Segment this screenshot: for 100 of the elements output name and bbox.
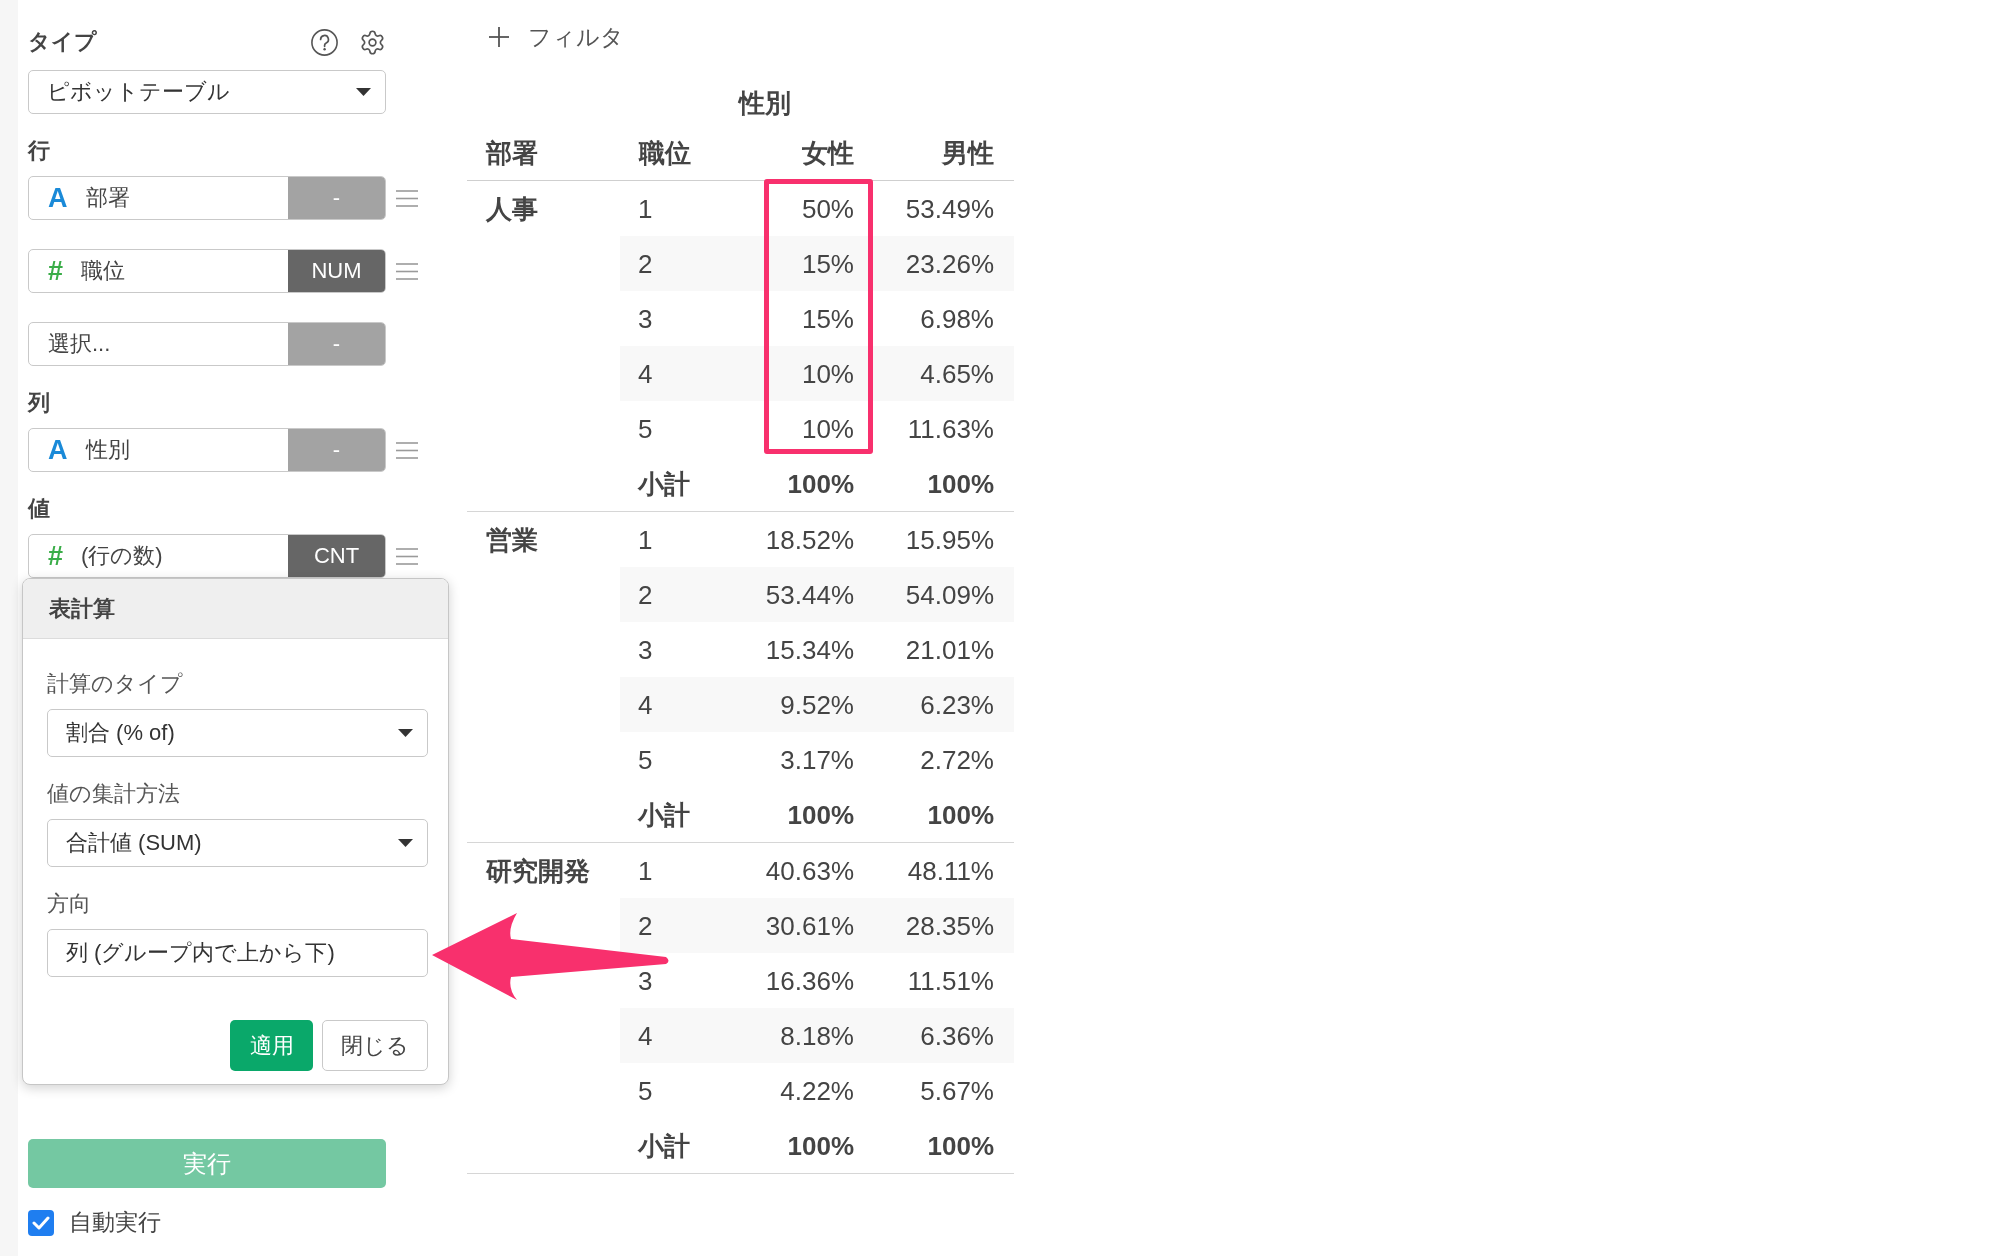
table-cell: 15% (801, 304, 854, 333)
table-cell: 2 (638, 580, 653, 609)
close-button[interactable]: 閉じる (322, 1020, 428, 1071)
field-chip[interactable]: A 部署 - (28, 176, 386, 220)
row-group-header: 営業 (486, 524, 538, 555)
table-cell: 5.67% (920, 1076, 994, 1105)
table-cell: 21.01% (905, 635, 994, 664)
section-label: 行 (28, 137, 50, 165)
add-filter-button[interactable]: フィルタ (489, 22, 624, 52)
check-icon (32, 1215, 50, 1230)
field-name: 職位 (81, 257, 126, 285)
subtotal-cell: 100% (787, 800, 854, 829)
subtotal-cell: 100% (927, 469, 994, 498)
table-cell: 50% (801, 194, 854, 223)
table-cell: 10% (801, 414, 854, 443)
column-header: 職位 (639, 138, 691, 168)
field-label: 計算のタイプ (47, 670, 183, 698)
table-cell: 3.17% (780, 745, 854, 774)
table-cell: 3 (638, 635, 653, 664)
section-label: 列 (28, 389, 50, 417)
aggregate-button[interactable]: NUM (288, 250, 385, 292)
table-cell: 4 (638, 359, 653, 388)
field-chip[interactable]: # (行の数) CNT (28, 534, 386, 578)
caret-icon (398, 729, 413, 737)
subtotal-label: 小計 (638, 469, 690, 498)
column-header: 女性 (802, 138, 854, 168)
table-cell: 48.11% (907, 856, 994, 885)
table-cell: 2 (638, 249, 653, 278)
row-group-header: 人事 (486, 193, 538, 224)
table-cell: 9.52% (780, 690, 854, 719)
column-header: 男性 (942, 138, 994, 168)
table-cell: 2 (638, 911, 653, 940)
table-cell: 4.65% (920, 359, 994, 388)
drag-handle-icon[interactable] (396, 189, 418, 207)
table-cell: 4 (638, 1021, 653, 1050)
table-cell: 3 (638, 304, 653, 333)
plus-icon (489, 27, 509, 47)
table-cell: 15.95% (905, 525, 994, 554)
table-cell: 11.51% (907, 966, 994, 995)
table-cell: 5 (638, 745, 653, 774)
subtotal-label: 小計 (638, 1131, 690, 1160)
dropdown-field[interactable]: 列 (グループ内で上から下) (47, 929, 428, 977)
help-icon[interactable] (311, 28, 338, 56)
field-name: 部署 (85, 184, 130, 212)
section-label: タイプ (28, 28, 97, 56)
table-cell: 10% (801, 359, 854, 388)
table-cell: 53.49% (905, 194, 994, 223)
table-cell: 6.36% (920, 1021, 994, 1050)
drag-handle-icon[interactable] (396, 441, 418, 459)
section-label: 値 (28, 495, 50, 523)
popover-title: 表計算 (49, 594, 115, 623)
table-cell: 54.09% (905, 580, 994, 609)
table-cell: 11.63% (907, 414, 994, 443)
auto-run-checkbox[interactable] (28, 1209, 54, 1236)
table-cell: 6.23% (920, 690, 994, 719)
table-cell: 18.52% (765, 525, 854, 554)
aggregate-button[interactable]: CNT (288, 535, 385, 577)
table-cell: 40.63% (765, 856, 854, 885)
dropdown-field[interactable]: 合計値 (SUM) (47, 819, 428, 867)
subtotal-cell: 100% (787, 1131, 854, 1160)
table-cell: 30.61% (765, 911, 854, 940)
subtotal-cell: 100% (927, 1131, 994, 1160)
table-cell: 23.26% (905, 249, 994, 278)
field-chip[interactable]: A 性別 - (28, 428, 386, 472)
field-type-mark: # (48, 541, 64, 571)
chart-type-select[interactable]: ピボットテーブル (28, 70, 386, 114)
settings-icon[interactable] (359, 28, 386, 56)
table-cell: 3 (638, 966, 653, 995)
table-cell: 5 (638, 414, 653, 443)
field-type-mark: A (48, 435, 68, 465)
table-cell: 8.18% (780, 1021, 854, 1050)
checkbox-label: 自動実行 (69, 1208, 161, 1237)
table-cell: 15% (801, 249, 854, 278)
field-label: 方向 (47, 890, 91, 918)
drag-handle-icon[interactable] (396, 262, 418, 280)
column-header: 部署 (486, 138, 538, 168)
caret-icon (398, 839, 413, 847)
table-cell: 53.44% (765, 580, 854, 609)
table-cell: 4.22% (780, 1076, 854, 1105)
table-cell: 15.34% (765, 635, 854, 664)
field-type-mark: # (48, 256, 64, 286)
table-cell: 4 (638, 690, 653, 719)
table-cell: 1 (638, 856, 653, 885)
table-cell: 1 (638, 525, 653, 554)
field-label: 値の集計方法 (47, 780, 180, 808)
field-name: (行の数) (81, 542, 163, 570)
row-group-header: 研究開発 (486, 855, 590, 886)
subtotal-cell: 100% (927, 800, 994, 829)
field-chip[interactable]: # 職位 NUM (28, 249, 386, 293)
table-cell: 16.36% (765, 966, 854, 995)
drag-handle-icon[interactable] (396, 547, 418, 565)
field-type-mark: A (48, 183, 68, 213)
column-group-header: 性別 (739, 88, 791, 118)
subtotal-cell: 100% (787, 469, 854, 498)
table-cell: 28.35% (905, 911, 994, 940)
table-cell: 2.72% (920, 745, 994, 774)
table-cell: 1 (638, 194, 653, 223)
field-name: 性別 (85, 436, 130, 464)
dropdown-field[interactable]: 割合 (% of) (47, 709, 428, 757)
caret-icon (356, 88, 371, 96)
